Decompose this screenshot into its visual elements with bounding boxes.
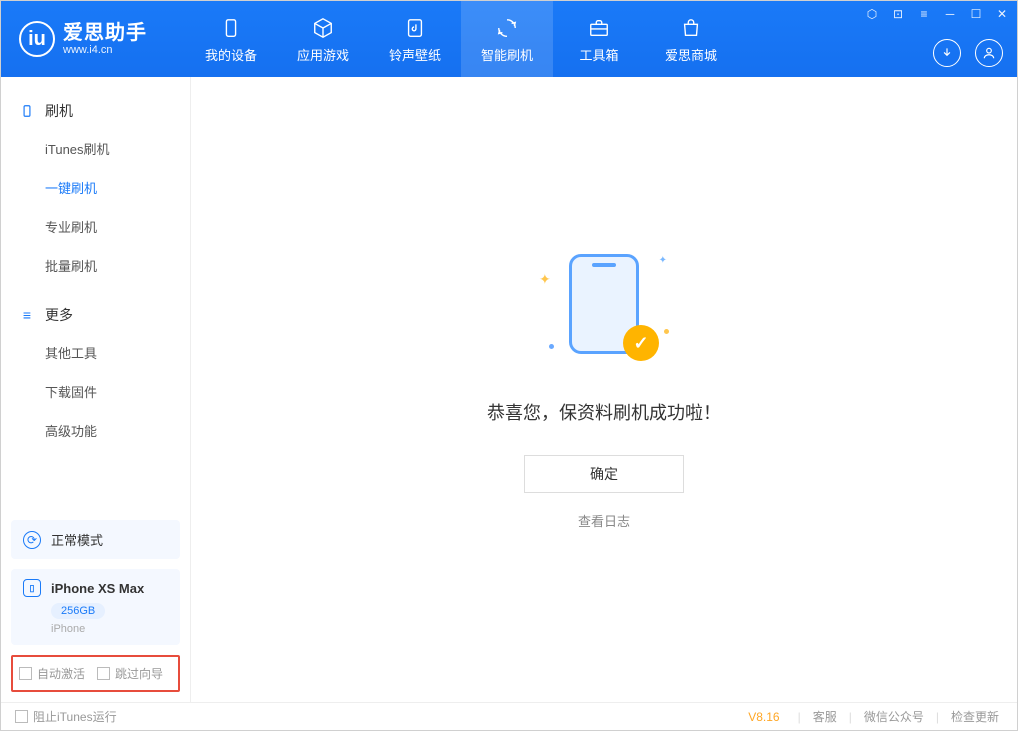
dot-icon (664, 329, 669, 334)
sidebar-item-oneclick-flash[interactable]: 一键刷机 (1, 168, 190, 207)
sparkle-icon: ✦ (539, 271, 551, 288)
highlighted-options: 自动激活 跳过向导 (11, 655, 180, 692)
storage-badge: 256GB (51, 603, 105, 619)
download-icon[interactable] (933, 39, 961, 67)
view-log-link[interactable]: 查看日志 (578, 511, 630, 530)
nav-label: 应用游戏 (297, 45, 349, 64)
nav-label: 工具箱 (579, 45, 618, 64)
sidebar-item-itunes-flash[interactable]: iTunes刷机 (1, 129, 190, 168)
app-header: iu 爱思助手 www.i4.cn 我的设备 应用游戏 铃声壁纸 智能刷机 工具… (1, 1, 1017, 77)
main-content: ✦ ✦ ✓ 恭喜您，保资料刷机成功啦！ 确定 查看日志 (191, 77, 1017, 702)
checkbox-label: 阻止iTunes运行 (33, 708, 117, 725)
sidebar-item-pro-flash[interactable]: 专业刷机 (1, 207, 190, 246)
device-icon (218, 15, 244, 41)
device-name: iPhone XS Max (51, 581, 144, 596)
ok-button[interactable]: 确定 (524, 455, 684, 493)
refresh-shield-icon (494, 15, 520, 41)
version-label: V8.16 (748, 710, 779, 724)
nav-tab-ringtone-wallpaper[interactable]: 铃声壁纸 (369, 1, 461, 77)
header-action-icons (933, 39, 1003, 67)
section-title: 刷机 (45, 101, 73, 121)
sidebar-item-advanced[interactable]: 高级功能 (1, 411, 190, 450)
nav-label: 智能刷机 (481, 45, 533, 64)
close-button[interactable]: ✕ (993, 5, 1011, 23)
dot-icon (549, 344, 554, 349)
success-message: 恭喜您，保资料刷机成功啦！ (487, 399, 721, 425)
success-illustration: ✦ ✦ ✓ (539, 249, 669, 369)
sidebar-section-flash: 刷机 (1, 93, 190, 129)
footer-link-support[interactable]: 客服 (809, 708, 841, 725)
checkbox-icon (97, 667, 110, 680)
checkbox-auto-activate[interactable]: 自动激活 (19, 665, 85, 682)
device-phone-icon: ▯ (23, 579, 41, 597)
phone-icon (19, 103, 35, 119)
nav-label: 铃声壁纸 (389, 45, 441, 64)
minimize-button[interactable]: ─ (941, 5, 959, 23)
checkbox-skip-guide[interactable]: 跳过向导 (97, 665, 163, 682)
app-subtitle: www.i4.cn (63, 44, 147, 56)
footer-link-check-update[interactable]: 检查更新 (947, 708, 1003, 725)
device-card[interactable]: ▯ iPhone XS Max 256GB iPhone (11, 569, 180, 645)
device-type: iPhone (51, 623, 168, 635)
cube-icon (310, 15, 336, 41)
sidebar-item-other-tools[interactable]: 其他工具 (1, 333, 190, 372)
checkmark-badge-icon: ✓ (623, 325, 659, 361)
shopping-bag-icon (678, 15, 704, 41)
checkbox-icon (19, 667, 32, 680)
checkbox-label: 跳过向导 (115, 665, 163, 682)
menu-icon[interactable]: ≡ (915, 5, 933, 23)
footer-link-wechat[interactable]: 微信公众号 (860, 708, 928, 725)
maximize-button[interactable]: ☐ (967, 5, 985, 23)
checkbox-label: 自动激活 (37, 665, 85, 682)
nav-label: 爱思商城 (665, 45, 717, 64)
nav-tab-my-device[interactable]: 我的设备 (185, 1, 277, 77)
mode-label: 正常模式 (51, 530, 103, 549)
briefcase-icon (586, 15, 612, 41)
app-logo: iu 爱思助手 www.i4.cn (1, 21, 165, 57)
nav-tabs: 我的设备 应用游戏 铃声壁纸 智能刷机 工具箱 爱思商城 (185, 1, 737, 77)
logo-icon: iu (19, 21, 55, 57)
shirt-icon[interactable]: ⬡ (863, 5, 881, 23)
sidebar: 刷机 iTunes刷机 一键刷机 专业刷机 批量刷机 ≡ 更多 其他工具 下载固… (1, 77, 191, 702)
nav-label: 我的设备 (205, 45, 257, 64)
checkbox-block-itunes[interactable]: 阻止iTunes运行 (15, 708, 117, 725)
section-title: 更多 (45, 305, 73, 325)
user-icon[interactable] (975, 39, 1003, 67)
nav-tab-store[interactable]: 爱思商城 (645, 1, 737, 77)
mode-indicator[interactable]: 正常模式 (11, 520, 180, 559)
nav-tab-toolbox[interactable]: 工具箱 (553, 1, 645, 77)
sidebar-item-download-firmware[interactable]: 下载固件 (1, 372, 190, 411)
normal-mode-icon (23, 531, 41, 549)
sidebar-item-batch-flash[interactable]: 批量刷机 (1, 246, 190, 285)
status-bar: 阻止iTunes运行 V8.16 | 客服 | 微信公众号 | 检查更新 (1, 702, 1017, 730)
list-icon: ≡ (19, 307, 35, 323)
checkbox-icon (15, 710, 28, 723)
app-title: 爱思助手 (63, 22, 147, 44)
window-controls: ⬡ ⊡ ≡ ─ ☐ ✕ (863, 5, 1011, 23)
music-note-icon (402, 15, 428, 41)
nav-tab-smart-flash[interactable]: 智能刷机 (461, 1, 553, 77)
nav-tab-apps-games[interactable]: 应用游戏 (277, 1, 369, 77)
sidebar-section-more: ≡ 更多 (1, 297, 190, 333)
sparkle-icon: ✦ (659, 255, 667, 266)
lock-icon[interactable]: ⊡ (889, 5, 907, 23)
